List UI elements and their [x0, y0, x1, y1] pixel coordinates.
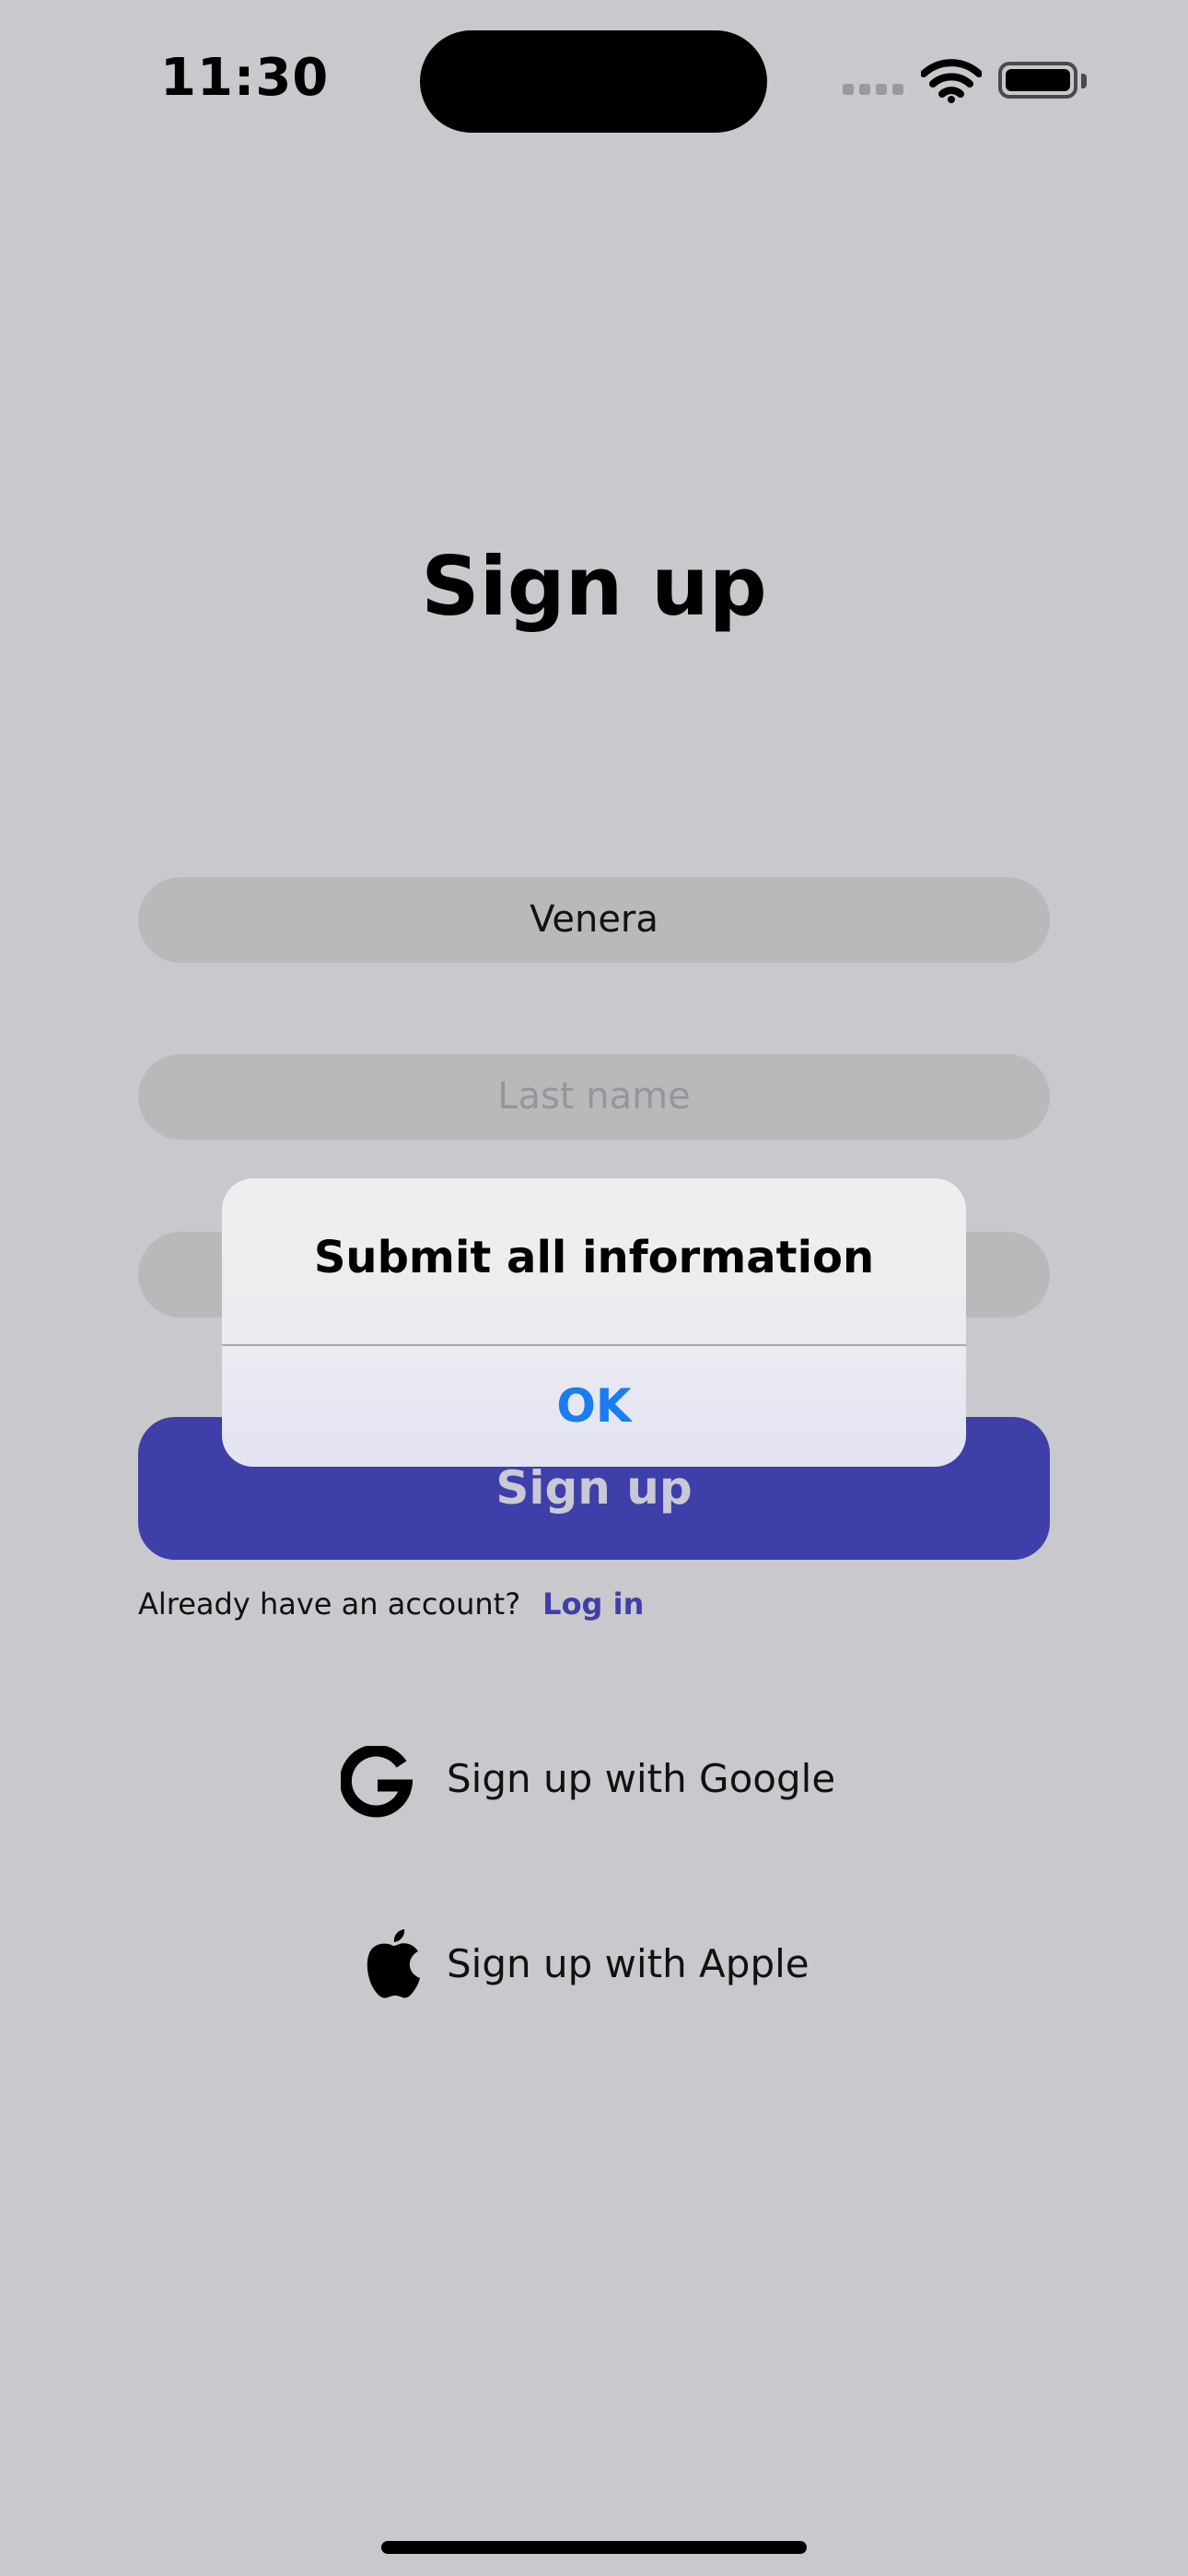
last-name-input[interactable] — [138, 1054, 1050, 1140]
google-icon[interactable] — [339, 1744, 413, 1818]
login-prompt: Already have an account? Log in — [138, 1587, 644, 1622]
google-sign-up-button[interactable]: Sign up with Google — [447, 1756, 835, 1801]
page-title: Sign up — [421, 539, 767, 634]
battery-icon — [998, 62, 1077, 99]
battery-cap — [1081, 74, 1087, 88]
status-time: 11:30 — [160, 48, 330, 108]
dynamic-island — [420, 30, 767, 133]
first-name-input[interactable] — [138, 877, 1050, 963]
wifi-icon — [920, 59, 983, 107]
alert-ok-button[interactable]: OK — [222, 1346, 966, 1467]
apple-icon[interactable] — [365, 1929, 422, 1999]
account-question: Already have an account? — [138, 1587, 521, 1622]
apple-sign-up-button[interactable]: Sign up with Apple — [447, 1941, 809, 1986]
cellular-signal-icon — [843, 84, 903, 97]
login-link[interactable]: Log in — [542, 1587, 644, 1622]
alert-dialog: Submit all information OK — [222, 1178, 966, 1467]
alert-title: Submit all information — [313, 1232, 875, 1283]
home-indicator[interactable] — [381, 2541, 807, 2554]
